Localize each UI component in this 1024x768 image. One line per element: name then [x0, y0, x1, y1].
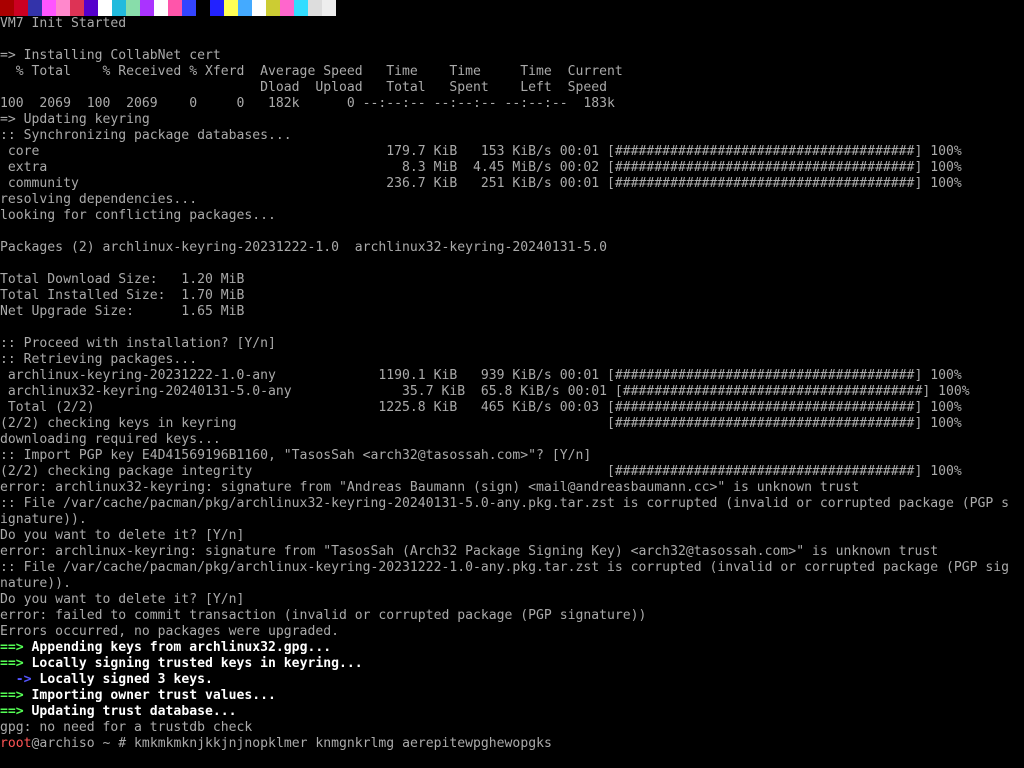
color-swatch: [182, 0, 196, 16]
terminal-line: Do you want to delete it? [Y/n]: [0, 528, 245, 543]
color-swatch: [322, 0, 336, 16]
command-input[interactable]: kmkmkmknjkkjnjnopklmer knmgnkrlmg aerepi…: [134, 736, 552, 751]
terminal-line: => Updating keyring: [0, 112, 150, 127]
step-text: Importing owner trust values...: [23, 688, 276, 703]
color-swatch: [28, 0, 42, 16]
terminal-line: Do you want to delete it? [Y/n]: [0, 592, 245, 607]
terminal-line: Packages (2) archlinux-keyring-20231222-…: [0, 240, 607, 255]
color-swatch: [140, 0, 154, 16]
terminal-line: nature)).: [0, 576, 71, 591]
terminal-line: extra 8.3 MiB 4.45 MiB/s 00:02 [########…: [0, 160, 962, 175]
color-swatch: [98, 0, 112, 16]
terminal-line: :: Synchronizing package databases...: [0, 128, 292, 143]
terminal-line: :: File /var/cache/pacman/pkg/archlinux-…: [0, 560, 1010, 575]
terminal-line: error: failed to commit transaction (inv…: [0, 608, 647, 623]
terminal-line: downloading required keys...: [0, 432, 221, 447]
terminal-line: error: archlinux32-keyring: signature fr…: [0, 480, 860, 495]
step-text: Locally signing trusted keys in keyring.…: [23, 656, 363, 671]
color-swatch: [238, 0, 252, 16]
color-test-bar: [0, 0, 336, 16]
terminal-line: error: archlinux-keyring: signature from…: [0, 544, 939, 559]
step-text: Updating trust database...: [23, 704, 237, 719]
terminal-line: resolving dependencies...: [0, 192, 198, 207]
color-swatch: [308, 0, 322, 16]
shell-prompt-line[interactable]: root@archiso ~ # kmkmkmknjkkjnjnopklmer …: [0, 736, 1024, 752]
sub-arrow-icon: ->: [0, 672, 32, 687]
terminal-line: community 236.7 KiB 251 KiB/s 00:01 [###…: [0, 176, 962, 191]
terminal-line: :: Retrieving packages...: [0, 352, 198, 367]
terminal-line: looking for conflicting packages...: [0, 208, 276, 223]
terminal-line: archlinux-keyring-20231222-1.0-any 1190.…: [0, 368, 962, 383]
terminal-screen[interactable]: VM7 Init Started => Installing CollabNet …: [0, 0, 1024, 768]
color-swatch: [84, 0, 98, 16]
color-swatch: [280, 0, 294, 16]
keyring-step-line: ==> Updating trust database...: [0, 704, 1024, 720]
color-swatch: [154, 0, 168, 16]
step-text: Locally signed 3 keys.: [31, 672, 213, 687]
terminal-line: :: Proceed with installation? [Y/n]: [0, 336, 276, 351]
terminal-line: :: File /var/cache/pacman/pkg/archlinux3…: [0, 496, 1010, 511]
color-swatch: [224, 0, 238, 16]
terminal-line: :: Import PGP key E4D41569196B1160, "Tas…: [0, 448, 592, 463]
terminal-line: Errors occurred, no packages were upgrad…: [0, 624, 339, 639]
prompt-path: ~ #: [94, 736, 135, 751]
keyring-step-line: -> Locally signed 3 keys.: [0, 672, 1024, 688]
color-swatch: [294, 0, 308, 16]
step-text: Appending keys from archlinux32.gpg...: [23, 640, 332, 655]
terminal-line: VM7 Init Started: [0, 16, 127, 31]
color-swatch: [252, 0, 266, 16]
step-arrow-icon: ==>: [0, 704, 24, 719]
gpg-message: gpg: no need for a trustdb check: [0, 720, 253, 735]
color-swatch: [112, 0, 126, 16]
color-swatch: [14, 0, 28, 16]
color-swatch: [0, 0, 14, 16]
keyring-steps: ==> Appending keys from archlinux32.gpg.…: [0, 640, 1024, 720]
color-swatch: [70, 0, 84, 16]
terminal-line: Total (2/2) 1225.8 KiB 465 KiB/s 00:03 […: [0, 400, 962, 415]
color-swatch: [126, 0, 140, 16]
color-swatch: [56, 0, 70, 16]
terminal-line: ignature)).: [0, 512, 87, 527]
color-swatch: [210, 0, 224, 16]
prompt-host: @archiso: [31, 736, 95, 751]
keyring-step-line: ==> Importing owner trust values...: [0, 688, 1024, 704]
terminal-line: 100 2069 100 2069 0 0 182k 0 --:--:-- --…: [0, 96, 615, 111]
color-swatch: [168, 0, 182, 16]
color-swatch: [42, 0, 56, 16]
prompt-user: root: [0, 736, 32, 751]
keyring-step-line: ==> Locally signing trusted keys in keyr…: [0, 656, 1024, 672]
terminal-line: Total Download Size: 1.20 MiB: [0, 272, 245, 287]
color-swatch: [196, 0, 210, 16]
terminal-line: Net Upgrade Size: 1.65 MiB: [0, 304, 245, 319]
terminal-line: archlinux32-keyring-20240131-5.0-any 35.…: [0, 384, 970, 399]
terminal-line: Total Installed Size: 1.70 MiB: [0, 288, 245, 303]
color-swatch: [266, 0, 280, 16]
step-arrow-icon: ==>: [0, 656, 24, 671]
terminal-line: => Installing CollabNet cert: [0, 48, 221, 63]
terminal-output: VM7 Init Started => Installing CollabNet …: [0, 16, 1024, 640]
keyring-step-line: ==> Appending keys from archlinux32.gpg.…: [0, 640, 1024, 656]
terminal-line: (2/2) checking package integrity [######…: [0, 464, 962, 479]
terminal-line: % Total % Received % Xferd Average Speed…: [0, 64, 623, 79]
step-arrow-icon: ==>: [0, 688, 24, 703]
terminal-line: Dload Upload Total Spent Left Speed: [0, 80, 607, 95]
terminal-line: core 179.7 KiB 153 KiB/s 00:01 [########…: [0, 144, 962, 159]
step-arrow-icon: ==>: [0, 640, 24, 655]
terminal-line: (2/2) checking keys in keyring [########…: [0, 416, 962, 431]
